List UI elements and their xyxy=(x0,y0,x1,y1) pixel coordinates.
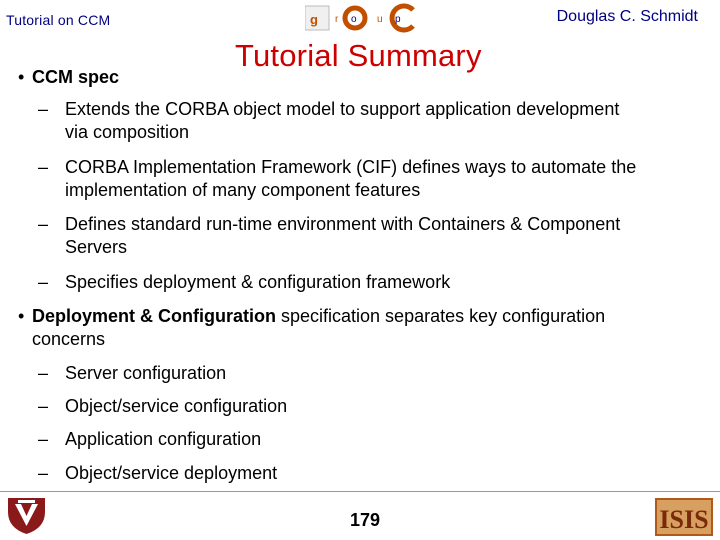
sub-bullet-marker: – xyxy=(38,396,49,416)
vanderbilt-logo xyxy=(4,494,49,536)
sub-bullet-line: Server configuration xyxy=(65,363,227,383)
logo-letter-o: o xyxy=(351,14,357,25)
page-number: 179 xyxy=(350,510,381,530)
sub-bullet-marker: – xyxy=(38,363,49,383)
doc-group-logo: g r o u p xyxy=(305,3,415,33)
sub-bullet-line: Object/service configuration xyxy=(65,396,288,416)
bullet-bold: Deployment & Configuration xyxy=(32,306,276,326)
logo-letter-g: g xyxy=(310,12,318,27)
bullet-rest: specification separates key configuratio… xyxy=(276,306,606,326)
logo-letter-r: r xyxy=(335,14,339,25)
bullet-marker: • xyxy=(18,67,25,87)
sub-bullet-marker: – xyxy=(38,99,49,119)
isis-logo-text: ISIS xyxy=(659,505,708,534)
sub-bullet-marker: – xyxy=(38,214,49,234)
sub-bullet-line: CORBA Implementation Framework (CIF) def… xyxy=(65,157,637,177)
bullet-text-line2: concerns xyxy=(32,329,106,349)
header-right-text: Douglas C. Schmidt xyxy=(556,8,698,25)
sub-bullet-marker: – xyxy=(38,429,49,449)
sub-bullet-line: Application configuration xyxy=(65,429,262,449)
sub-bullet-line: Specifies deployment & configuration fra… xyxy=(65,272,451,292)
sub-bullet-marker: – xyxy=(38,157,49,177)
bullet-marker: • xyxy=(18,306,25,326)
bullet-bold: CCM spec xyxy=(32,67,120,87)
sub-bullet-line: Defines standard run-time environment wi… xyxy=(65,214,621,234)
sub-bullet-line: via composition xyxy=(65,122,190,142)
footer-divider xyxy=(0,491,720,492)
sub-bullet-line: Object/service deployment xyxy=(65,463,278,483)
sub-bullet-marker: – xyxy=(38,463,49,483)
logo-letter-u: u xyxy=(377,14,383,25)
slide-title: Tutorial Summary xyxy=(235,38,482,73)
bullet-text: Deployment & Configuration specification… xyxy=(32,305,605,327)
sub-bullet-line: Servers xyxy=(65,237,128,257)
header-left-text: Tutorial on CCM xyxy=(6,12,111,28)
isis-logo: ISIS xyxy=(655,498,713,536)
sub-bullet-line: implementation of many component feature… xyxy=(65,180,421,200)
sub-bullet-line: Extends the CORBA object model to suppor… xyxy=(65,99,620,119)
logo-letter-p: p xyxy=(395,14,401,25)
vu-bar xyxy=(18,500,35,503)
sub-bullet-marker: – xyxy=(38,272,49,292)
bullet-text: CCM spec xyxy=(32,66,119,88)
